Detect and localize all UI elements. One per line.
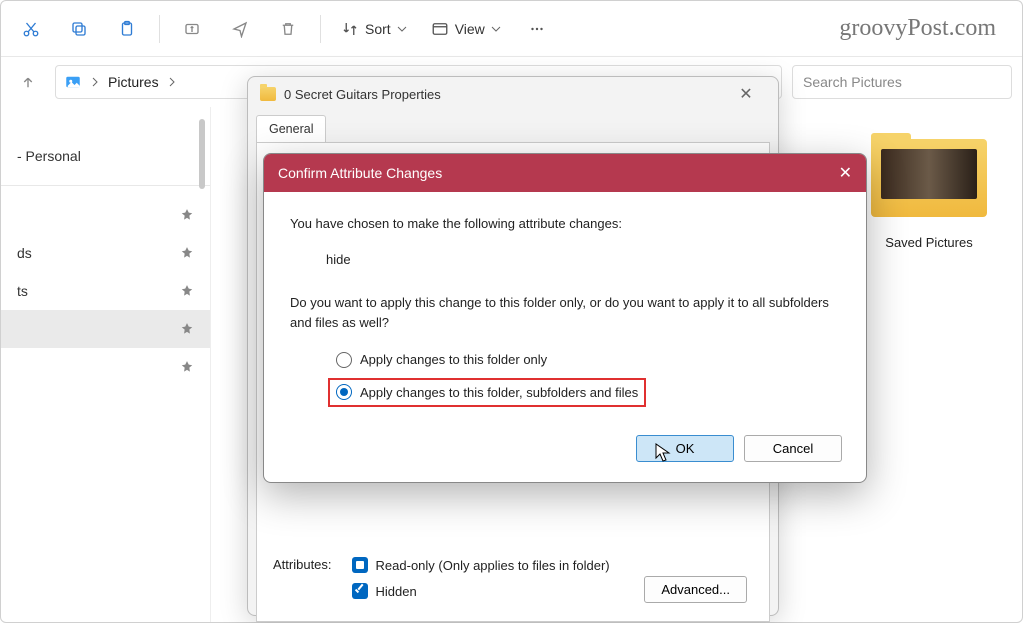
readonly-checkbox[interactable]: Read-only (Only applies to files in fold… xyxy=(352,557,610,573)
navigation-sidebar: - Personal ds ts xyxy=(1,107,211,622)
dialog-buttons: OK Cancel xyxy=(264,431,866,482)
checkbox-icon xyxy=(352,557,368,573)
dialog-titlebar[interactable]: Confirm Attribute Changes ✕ xyxy=(264,154,866,192)
change-value: hide xyxy=(326,250,840,270)
cursor-icon xyxy=(655,443,671,463)
confirm-attribute-dialog: Confirm Attribute Changes ✕ You have cho… xyxy=(263,153,867,483)
dialog-body: You have chosen to make the following at… xyxy=(264,192,866,431)
radio-folder-only[interactable]: Apply changes to this folder only xyxy=(336,346,840,374)
radio-icon xyxy=(336,352,352,368)
sidebar-item[interactable]: ds xyxy=(1,234,210,272)
sidebar-item[interactable] xyxy=(1,310,210,348)
rename-button[interactable] xyxy=(170,9,214,49)
radio-icon xyxy=(336,384,352,400)
delete-button[interactable] xyxy=(266,9,310,49)
cut-button[interactable] xyxy=(9,9,53,49)
nav-up-button[interactable] xyxy=(11,65,45,99)
sort-label: Sort xyxy=(365,21,391,37)
sort-dropdown[interactable]: Sort xyxy=(331,9,417,49)
sidebar-separator xyxy=(1,185,210,186)
folder-icon xyxy=(871,133,987,225)
checkbox-icon xyxy=(352,583,368,599)
properties-title: 0 Secret Guitars Properties xyxy=(284,87,441,102)
dialog-title: Confirm Attribute Changes xyxy=(278,165,442,181)
dialog-question: Do you want to apply this change to this… xyxy=(290,293,840,332)
sidebar-item[interactable]: ts xyxy=(1,272,210,310)
pin-icon xyxy=(180,360,194,374)
properties-tabs: General xyxy=(248,111,778,142)
close-button[interactable]: ✕ xyxy=(726,84,766,104)
copy-button[interactable] xyxy=(57,9,101,49)
scrollbar-thumb[interactable] xyxy=(199,119,205,189)
highlight-box: Apply changes to this folder, subfolders… xyxy=(328,378,646,408)
pin-icon xyxy=(180,246,194,260)
sidebar-item[interactable]: - Personal xyxy=(1,137,210,175)
toolbar-separator xyxy=(320,15,321,43)
paste-button[interactable] xyxy=(105,9,149,49)
ok-button[interactable]: OK xyxy=(636,435,734,462)
pin-icon xyxy=(180,284,194,298)
chevron-right-icon xyxy=(90,77,100,87)
share-button[interactable] xyxy=(218,9,262,49)
toolbar-separator xyxy=(159,15,160,43)
chevron-right-icon xyxy=(167,77,177,87)
view-label: View xyxy=(455,21,485,37)
folder-icon xyxy=(260,87,276,101)
attributes-row: Attributes: Read-only (Only applies to f… xyxy=(273,557,610,599)
properties-titlebar[interactable]: 0 Secret Guitars Properties ✕ xyxy=(248,77,778,111)
dialog-text: You have chosen to make the following at… xyxy=(290,214,840,234)
cancel-button[interactable]: Cancel xyxy=(744,435,842,462)
folder-label: Saved Pictures xyxy=(856,235,1002,250)
pin-icon xyxy=(180,322,194,336)
tab-general[interactable]: General xyxy=(256,115,326,142)
hidden-checkbox[interactable]: Hidden xyxy=(352,583,610,599)
sidebar-item[interactable] xyxy=(1,348,210,386)
search-input[interactable]: Search Pictures xyxy=(792,65,1012,99)
breadcrumb-folder: Pictures xyxy=(108,74,159,90)
close-button[interactable]: ✕ xyxy=(839,163,852,183)
more-button[interactable] xyxy=(515,9,559,49)
watermark: groovyPost.com xyxy=(839,15,1014,42)
attributes-label: Attributes: xyxy=(273,557,332,572)
pin-icon xyxy=(180,208,194,222)
explorer-toolbar: Sort View groovyPost.com xyxy=(1,1,1022,57)
radio-subfolders-files[interactable]: Apply changes to this folder, subfolders… xyxy=(336,383,638,403)
sidebar-item[interactable] xyxy=(1,196,210,234)
advanced-button[interactable]: Advanced... xyxy=(644,576,747,603)
pictures-icon xyxy=(64,73,82,91)
folder-item[interactable]: Saved Pictures xyxy=(856,133,1002,250)
view-dropdown[interactable]: View xyxy=(421,9,511,49)
